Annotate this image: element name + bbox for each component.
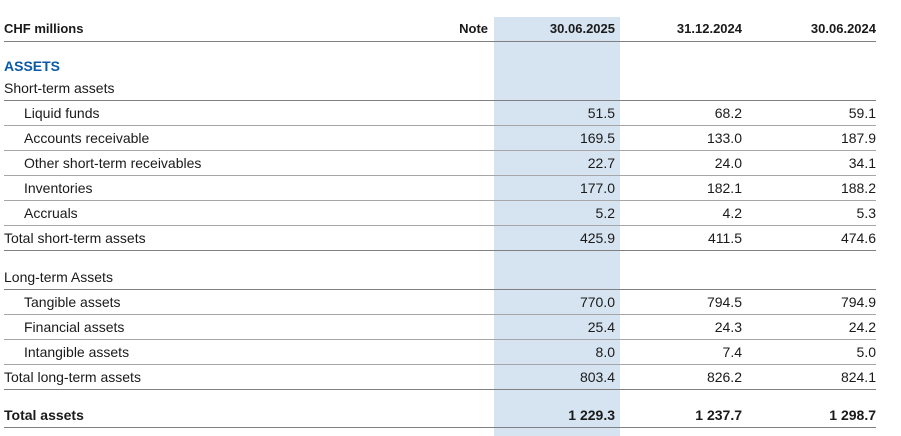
row-label: Tangible assets	[24, 294, 121, 310]
row-label: Intangible assets	[24, 344, 130, 360]
value-cell: 5.0	[856, 344, 876, 360]
table-row: Accruals 5.2 4.2 5.3	[4, 201, 876, 226]
table-row: Tangible assets 770.0 794.5 794.9	[4, 290, 876, 315]
value-cell: 59.1	[848, 105, 876, 121]
row-label: Accounts receivable	[24, 130, 150, 146]
value-cell: 7.4	[722, 344, 742, 360]
row-label: Other short-term receivables	[24, 155, 202, 171]
value-cell: 24.3	[714, 319, 742, 335]
table-row: Liquid funds 51.5 68.2 59.1	[4, 101, 876, 126]
section-title: ASSETS	[4, 58, 61, 74]
value-cell: 1 298.7	[829, 407, 876, 423]
grand-total-row: Total assets 1 229.3 1 237.7 1 298.7	[4, 403, 876, 428]
value-cell: 177.0	[579, 180, 615, 196]
value-cell: 803.4	[579, 369, 615, 385]
value-cell: 770.0	[579, 294, 615, 310]
grand-total-label: Total assets	[4, 407, 84, 423]
value-cell: 5.2	[595, 205, 615, 221]
value-cell: 68.2	[714, 105, 742, 121]
value-cell: 22.7	[587, 155, 615, 171]
value-cell: 24.2	[848, 319, 876, 335]
note-header: Note	[459, 21, 488, 36]
subtotal-row: Total long-term assets 803.4 826.2 824.1	[4, 365, 876, 390]
value-cell: 411.5	[708, 230, 742, 246]
subtotal-label: Total short-term assets	[4, 230, 146, 246]
unit-label: CHF millions	[4, 21, 84, 36]
row-label: Financial assets	[24, 319, 125, 335]
value-cell: 5.3	[856, 205, 876, 221]
section-title-row: ASSETS	[4, 54, 876, 78]
value-cell: 794.9	[840, 294, 876, 310]
subsection-heading-row: Long-term Assets	[4, 265, 876, 290]
value-cell: 1 229.3	[568, 407, 615, 423]
table-row: Inventories 177.0 182.1 188.2	[4, 176, 876, 201]
value-cell: 169.5	[579, 130, 615, 146]
value-cell: 8.0	[595, 344, 615, 360]
value-cell: 474.6	[840, 230, 876, 246]
row-label: Accruals	[24, 205, 78, 221]
value-cell: 425.9	[579, 230, 615, 246]
table-row: Intangible assets 8.0 7.4 5.0	[4, 340, 876, 365]
column-header-1: 30.06.2025	[549, 21, 615, 36]
value-cell: 187.9	[840, 130, 876, 146]
column-header-2: 31.12.2024	[676, 21, 742, 36]
subsection-heading: Long-term Assets	[4, 269, 113, 285]
table-row: Accounts receivable 169.5 133.0 187.9	[4, 126, 876, 151]
table-header: CHF millions Note 30.06.2025 31.12.2024 …	[4, 17, 876, 42]
value-cell: 188.2	[840, 180, 876, 196]
table-row: Other short-term receivables 22.7 24.0 3…	[4, 151, 876, 176]
table-row: Financial assets 25.4 24.3 24.2	[4, 315, 876, 340]
value-cell: 826.2	[706, 369, 742, 385]
subtotal-label: Total long-term assets	[4, 369, 141, 385]
subtotal-row: Total short-term assets 425.9 411.5 474.…	[4, 226, 876, 251]
value-cell: 4.2	[722, 205, 742, 221]
value-cell: 133.0	[706, 130, 742, 146]
value-cell: 25.4	[587, 319, 615, 335]
subsection-heading: Short-term assets	[4, 80, 115, 96]
row-label: Inventories	[24, 180, 93, 196]
value-cell: 34.1	[848, 155, 876, 171]
value-cell: 182.1	[706, 180, 742, 196]
value-cell: 51.5	[587, 105, 615, 121]
value-cell: 824.1	[840, 369, 876, 385]
subsection-heading-row: Short-term assets	[4, 76, 876, 101]
value-cell: 794.5	[706, 294, 742, 310]
column-header-3: 30.06.2024	[810, 21, 876, 36]
value-cell: 24.0	[714, 155, 742, 171]
value-cell: 1 237.7	[695, 407, 742, 423]
row-label: Liquid funds	[24, 105, 100, 121]
